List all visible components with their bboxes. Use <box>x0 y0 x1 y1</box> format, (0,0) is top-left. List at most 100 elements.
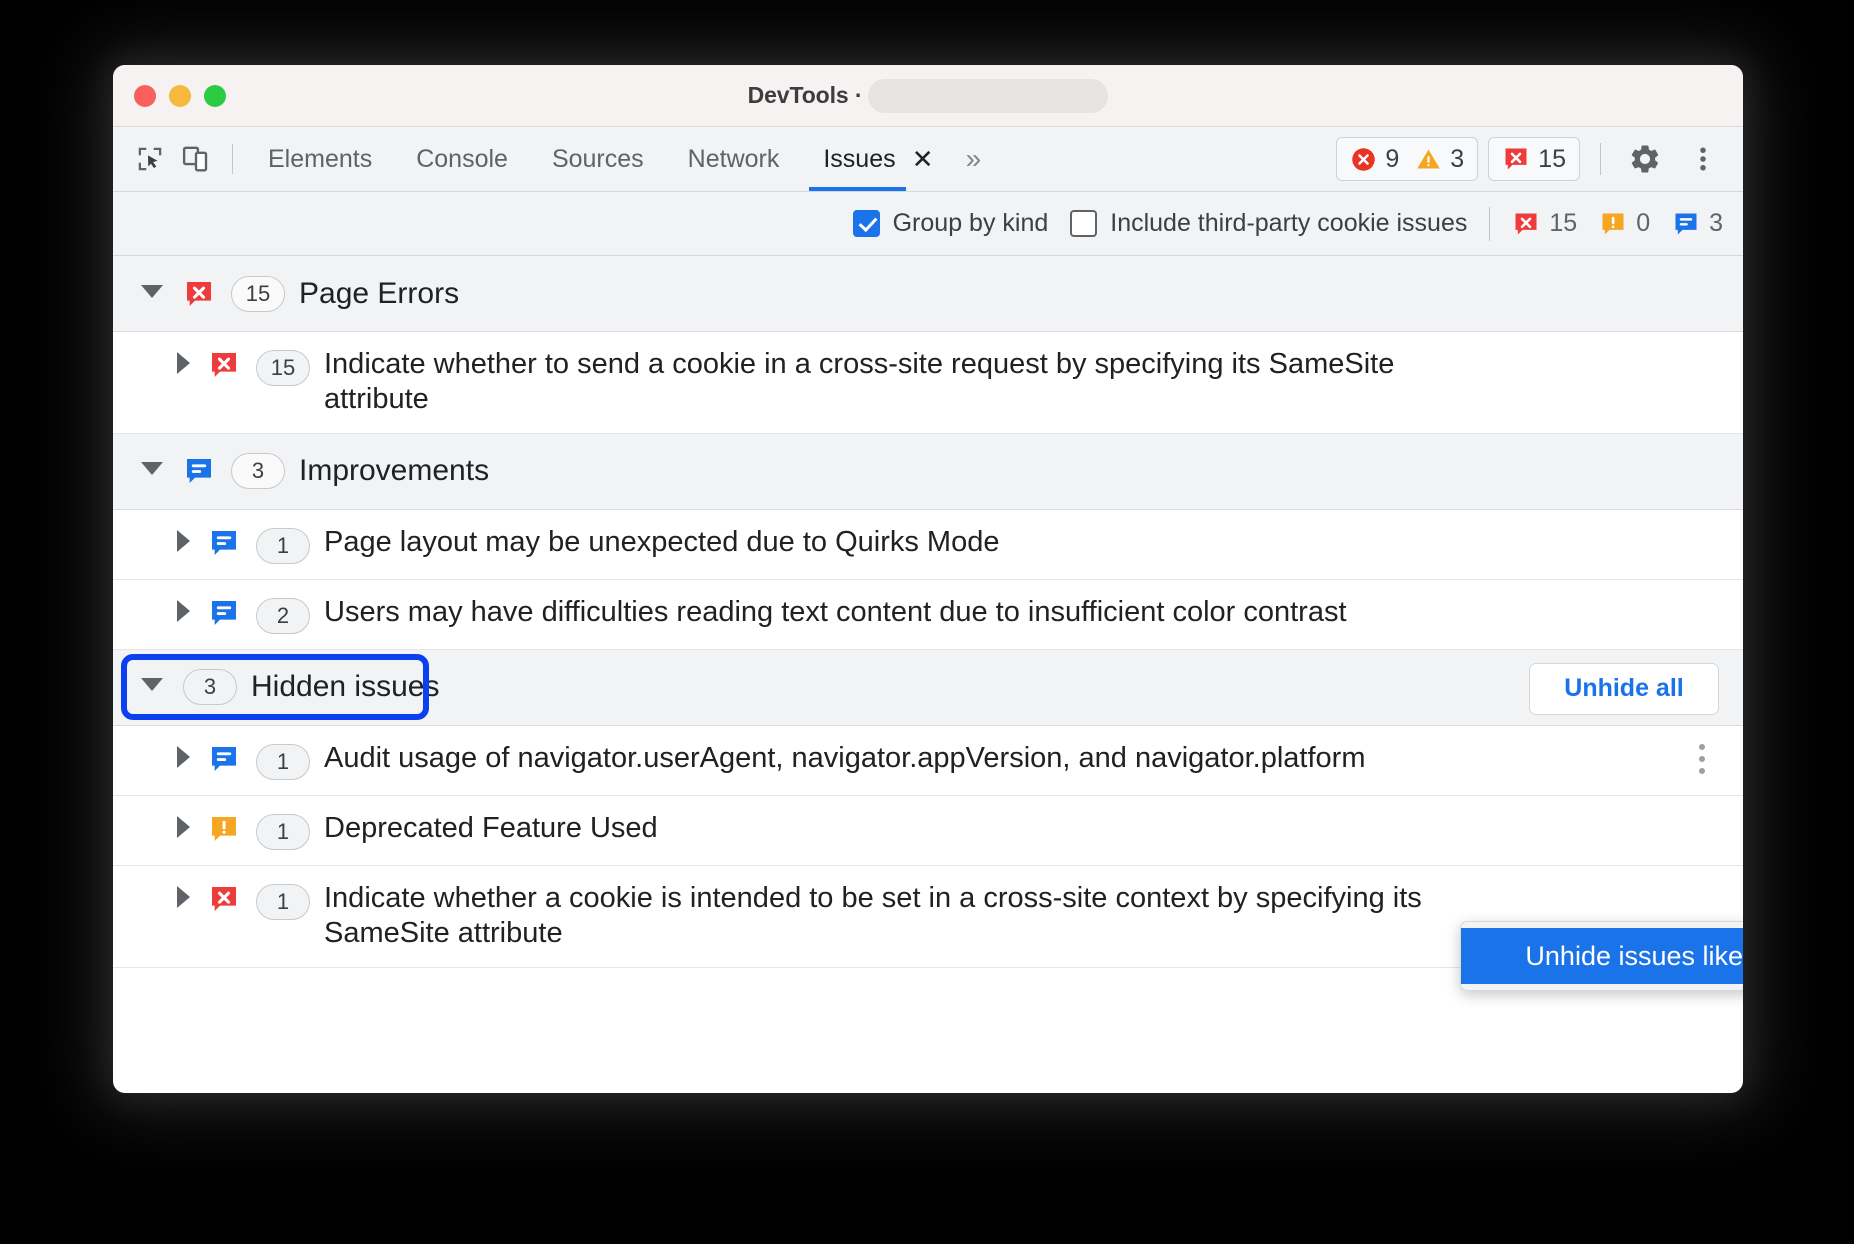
tabbar-right-cluster: 9 3 <box>1336 135 1743 183</box>
device-toolbar-icon[interactable] <box>173 136 219 182</box>
traffic-light-buttons <box>134 85 226 107</box>
tab-issues[interactable]: Issues <box>801 127 905 191</box>
issue-info-icon <box>208 743 240 775</box>
badge-warnings-count: 0 <box>1636 209 1650 238</box>
tab-network-label: Network <box>688 145 780 174</box>
badge-warnings: 0 <box>1599 209 1650 238</box>
issue-error-icon <box>1512 210 1540 238</box>
window-title-group: DevTools · <box>113 79 1743 113</box>
context-menu: Unhide issues like this <box>1460 921 1743 991</box>
issue-count-badge: 1 <box>256 884 310 920</box>
issue-info-icon <box>208 527 240 559</box>
issue-title: Users may have difficulties reading text… <box>324 595 1497 630</box>
include-third-party-label: Include third-party cookie issues <box>1110 209 1467 238</box>
group-title: Improvements <box>299 454 489 488</box>
group-header-improvements[interactable]: 3 Improvements <box>113 434 1743 510</box>
issue-count-badge: 1 <box>256 528 310 564</box>
issue-error-icon <box>183 278 215 310</box>
issues-filter-bar: Group by kind Include third-party cookie… <box>113 192 1743 256</box>
checkbox-checked-icon[interactable] <box>853 210 880 237</box>
issue-row[interactable]: 1 Deprecated Feature Used <box>113 796 1743 866</box>
issue-row[interactable]: 2 Users may have difficulties reading te… <box>113 580 1743 650</box>
chevron-right-icon[interactable] <box>177 886 190 913</box>
inspect-element-icon[interactable] <box>127 136 173 182</box>
toolbar-divider-right <box>1600 143 1601 175</box>
hidden-issues-title: Hidden issues <box>251 670 439 704</box>
issue-title: Indicate whether to send a cookie in a c… <box>324 347 1624 418</box>
gear-icon[interactable] <box>1621 135 1669 183</box>
issue-error-icon <box>1502 145 1530 173</box>
chevron-down-icon[interactable] <box>141 462 163 480</box>
chevron-right-icon[interactable] <box>177 530 190 557</box>
badge-errors-count: 15 <box>1549 209 1577 238</box>
console-counters[interactable]: 9 3 <box>1336 137 1478 181</box>
menu-item-unhide-issues-like-this[interactable]: Unhide issues like this <box>1461 928 1743 984</box>
tab-network[interactable]: Network <box>666 127 802 191</box>
issue-kind-badges: 15 0 <box>1512 209 1723 238</box>
maximize-window-button[interactable] <box>204 85 226 107</box>
badge-info-count: 3 <box>1709 209 1723 238</box>
group-by-kind-checkbox[interactable]: Group by kind <box>853 209 1049 238</box>
issue-info-icon <box>183 455 215 487</box>
window-title: DevTools · <box>748 82 863 109</box>
more-tabs-icon[interactable]: » <box>952 143 996 175</box>
tab-issues-label: Issues <box>823 145 895 174</box>
include-third-party-checkbox[interactable]: Include third-party cookie issues <box>1070 209 1467 238</box>
issue-error-icon <box>208 883 240 915</box>
issue-warning-icon <box>208 813 240 845</box>
kebab-menu-icon[interactable] <box>1679 135 1727 183</box>
checkbox-unchecked-icon[interactable] <box>1070 210 1097 237</box>
panel-tabs: Elements Console Sources Network Issues … <box>246 127 995 191</box>
issues-count: 15 <box>1538 145 1566 174</box>
issue-row[interactable]: 1 Page layout may be unexpected due to Q… <box>113 510 1743 580</box>
unhide-all-button[interactable]: Unhide all <box>1529 663 1719 715</box>
group-header-page-errors[interactable]: 15 Page Errors <box>113 256 1743 332</box>
issue-error-icon <box>208 349 240 381</box>
window-titlebar: DevTools · <box>113 65 1743 127</box>
group-title: Page Errors <box>299 277 459 311</box>
issue-count-badge: 15 <box>256 350 310 386</box>
error-count: 9 <box>1385 145 1399 174</box>
issue-warning-icon <box>1599 210 1627 238</box>
chevron-right-icon[interactable] <box>177 746 190 773</box>
issue-count-badge: 2 <box>256 598 310 634</box>
chevron-right-icon[interactable] <box>177 600 190 627</box>
badge-errors: 15 <box>1512 209 1577 238</box>
issue-info-icon <box>208 597 240 629</box>
warning-triangle-icon <box>1415 146 1442 173</box>
filterbar-divider <box>1489 207 1490 241</box>
group-count-badge: 3 <box>231 453 285 489</box>
tab-elements-label: Elements <box>268 145 372 174</box>
chevron-down-icon[interactable] <box>141 285 163 303</box>
hidden-count-badge: 3 <box>183 669 237 705</box>
group-header-hidden-issues[interactable]: 3 Hidden issues Unhide all <box>113 650 1743 726</box>
issues-counter[interactable]: 15 <box>1488 137 1580 181</box>
devtools-window: DevTools · <box>113 65 1743 1093</box>
screenshot-stage: DevTools · <box>0 0 1854 1244</box>
issue-info-icon <box>1672 210 1700 238</box>
tab-sources[interactable]: Sources <box>530 127 666 191</box>
tab-sources-label: Sources <box>552 145 644 174</box>
issue-title: Indicate whether a cookie is intended to… <box>324 881 1624 952</box>
redacted-url-pill <box>868 79 1108 113</box>
error-circle-icon <box>1350 146 1377 173</box>
tab-console[interactable]: Console <box>394 127 530 191</box>
chevron-right-icon[interactable] <box>177 816 190 843</box>
tab-elements[interactable]: Elements <box>246 127 394 191</box>
badge-info: 3 <box>1672 209 1723 238</box>
chevron-down-icon[interactable] <box>141 678 163 696</box>
row-kebab-menu-icon[interactable] <box>1687 740 1717 778</box>
issue-title: Deprecated Feature Used <box>324 811 808 846</box>
issue-count-badge: 1 <box>256 814 310 850</box>
warning-count: 3 <box>1450 145 1464 174</box>
close-window-button[interactable] <box>134 85 156 107</box>
issue-row[interactable]: 15 Indicate whether to send a cookie in … <box>113 332 1743 434</box>
chevron-right-icon[interactable] <box>177 352 190 379</box>
close-icon[interactable]: ✕ <box>906 142 940 176</box>
issue-row[interactable]: 1 Audit usage of navigator.userAgent, na… <box>113 726 1743 796</box>
issues-list: 15 Page Errors 15 Indicate whether to se… <box>113 256 1743 968</box>
issue-count-badge: 1 <box>256 744 310 780</box>
issue-title: Page layout may be unexpected due to Qui… <box>324 525 1149 560</box>
issue-title: Audit usage of navigator.userAgent, navi… <box>324 741 1515 776</box>
minimize-window-button[interactable] <box>169 85 191 107</box>
